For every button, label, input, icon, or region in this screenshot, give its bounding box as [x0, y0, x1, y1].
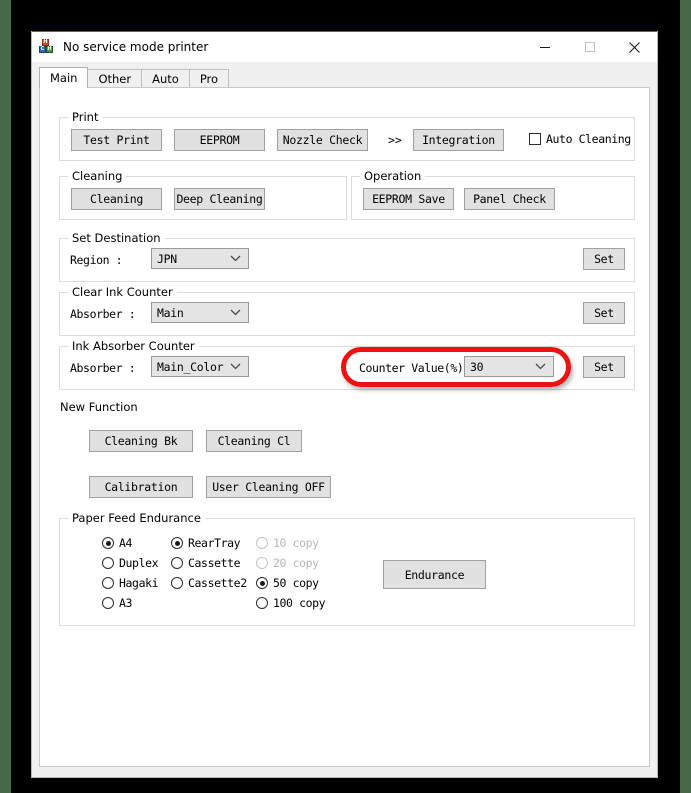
window-controls	[522, 32, 657, 62]
radio-indicator	[102, 537, 114, 549]
group-clear-ink-counter-legend: Clear Ink Counter	[68, 285, 177, 299]
ink-absorber-value: Main_Color	[157, 360, 223, 374]
maximize-icon[interactable]	[567, 32, 612, 62]
radio-label: 10 copy	[273, 536, 319, 550]
auto-cleaning-checkbox[interactable]: Auto Cleaning	[529, 132, 631, 146]
chevron-down-icon	[230, 249, 241, 268]
group-paper-feed-endurance-legend: Paper Feed Endurance	[68, 511, 205, 525]
radio-duplex[interactable]: Duplex	[102, 556, 158, 570]
set-destination-set-button[interactable]: Set	[583, 248, 625, 270]
group-set-destination: Set Destination	[59, 238, 635, 282]
radio-indicator	[256, 557, 268, 569]
radio-label: 20 copy	[273, 556, 319, 570]
region-label: Region :	[70, 253, 122, 267]
panel-check-button[interactable]: Panel Check	[464, 188, 555, 210]
radio-label: Cassette	[188, 556, 240, 570]
radio-indicator	[102, 597, 114, 609]
nozzle-check-button[interactable]: Nozzle Check	[277, 129, 368, 151]
radio-label: Duplex	[119, 556, 158, 570]
radio-label: 50 copy	[273, 576, 319, 590]
tab-bar: Main Other Auto Pro	[39, 68, 650, 88]
cleaning-button[interactable]: Cleaning	[71, 188, 162, 210]
chevron-down-icon	[230, 303, 241, 322]
clear-ink-absorber-label: Absorber :	[70, 307, 135, 321]
radio-label: Hagaki	[119, 576, 158, 590]
radio-cassette[interactable]: Cassette	[171, 556, 240, 570]
group-ink-absorber-counter-legend: Ink Absorber Counter	[68, 339, 199, 353]
eeprom-save-button[interactable]: EEPROM Save	[363, 188, 454, 210]
desktop-wallpaper-right-strip	[680, 0, 691, 793]
clear-ink-absorber-value: Main	[157, 306, 184, 320]
ink-absorber-dropdown[interactable]: Main_Color	[151, 356, 249, 377]
counter-value-text: 30	[470, 360, 483, 374]
radio-label: RearTray	[188, 536, 240, 550]
radio-a4[interactable]: A4	[102, 536, 132, 550]
radio-reartray[interactable]: RearTray	[171, 536, 240, 550]
cleaning-bk-button[interactable]: Cleaning Bk	[89, 430, 193, 452]
radio-label: Cassette2	[188, 576, 247, 590]
radio-indicator	[256, 597, 268, 609]
test-print-button[interactable]: Test Print	[71, 129, 162, 151]
deep-cleaning-button[interactable]: Deep Cleaning	[174, 188, 265, 210]
radio-indicator	[171, 537, 183, 549]
radio-50-copy[interactable]: 50 copy	[256, 576, 319, 590]
group-cleaning-legend: Cleaning	[68, 169, 126, 183]
close-icon[interactable]	[612, 32, 657, 62]
radio-indicator	[256, 577, 268, 589]
radio-hagaki[interactable]: Hagaki	[102, 576, 158, 590]
eeprom-button[interactable]: EEPROM	[174, 129, 265, 151]
radio-cassette2[interactable]: Cassette2	[171, 576, 247, 590]
user-cleaning-off-button[interactable]: User Cleaning OFF	[206, 476, 331, 498]
title-bar: H C H No service mode printer	[32, 32, 657, 62]
ink-absorber-counter-set-button[interactable]: Set	[583, 356, 625, 378]
counter-value-label: Counter Value(%) :	[359, 361, 476, 375]
clear-ink-counter-set-button[interactable]: Set	[583, 302, 625, 324]
chevron-down-icon	[230, 357, 241, 376]
auto-cleaning-label: Auto Cleaning	[546, 132, 631, 146]
radio-label: 100 copy	[273, 596, 325, 610]
group-print-legend: Print	[68, 110, 102, 124]
application-window: H C H No service mode printer Main Other…	[31, 31, 658, 778]
radio-label: A3	[119, 596, 132, 610]
ink-absorber-label: Absorber :	[70, 361, 135, 375]
radio-a3[interactable]: A3	[102, 596, 132, 610]
desktop-wallpaper-left-strip	[0, 0, 11, 793]
radio-indicator	[171, 557, 183, 569]
app-blocks-icon: H C H	[39, 39, 55, 55]
integration-button[interactable]: Integration	[413, 129, 504, 151]
group-set-destination-legend: Set Destination	[68, 231, 165, 245]
calibration-button[interactable]: Calibration	[89, 476, 193, 498]
radio-indicator	[102, 557, 114, 569]
radio-100-copy[interactable]: 100 copy	[256, 596, 325, 610]
region-value: JPN	[157, 252, 177, 266]
tab-other[interactable]: Other	[87, 69, 142, 88]
radio-10-copy: 10 copy	[256, 536, 319, 550]
tab-pro[interactable]: Pro	[189, 69, 229, 88]
tab-main[interactable]: Main	[39, 67, 88, 88]
minimize-icon[interactable]	[522, 32, 567, 62]
print-flow-separator: >>	[388, 133, 402, 147]
counter-value-dropdown[interactable]: 30	[464, 356, 554, 377]
radio-indicator	[171, 577, 183, 589]
radio-20-copy: 20 copy	[256, 556, 319, 570]
window-title: No service mode printer	[63, 40, 208, 54]
radio-indicator	[102, 577, 114, 589]
checkbox-box	[529, 133, 541, 145]
radio-label: A4	[119, 536, 132, 550]
region-dropdown[interactable]: JPN	[151, 248, 249, 269]
group-paper-feed-endurance: Paper Feed Endurance	[59, 518, 635, 626]
group-operation-legend: Operation	[360, 169, 425, 183]
tab-auto[interactable]: Auto	[141, 69, 190, 88]
new-function-label: New Function	[60, 400, 138, 414]
tab-panel-main: Print Test Print EEPROM Nozzle Check >> …	[39, 87, 650, 767]
chevron-down-icon	[535, 357, 546, 376]
radio-indicator	[256, 537, 268, 549]
cleaning-cl-button[interactable]: Cleaning Cl	[206, 430, 302, 452]
clear-ink-absorber-dropdown[interactable]: Main	[151, 302, 249, 323]
endurance-button[interactable]: Endurance	[383, 560, 486, 589]
group-clear-ink-counter: Clear Ink Counter	[59, 292, 635, 336]
